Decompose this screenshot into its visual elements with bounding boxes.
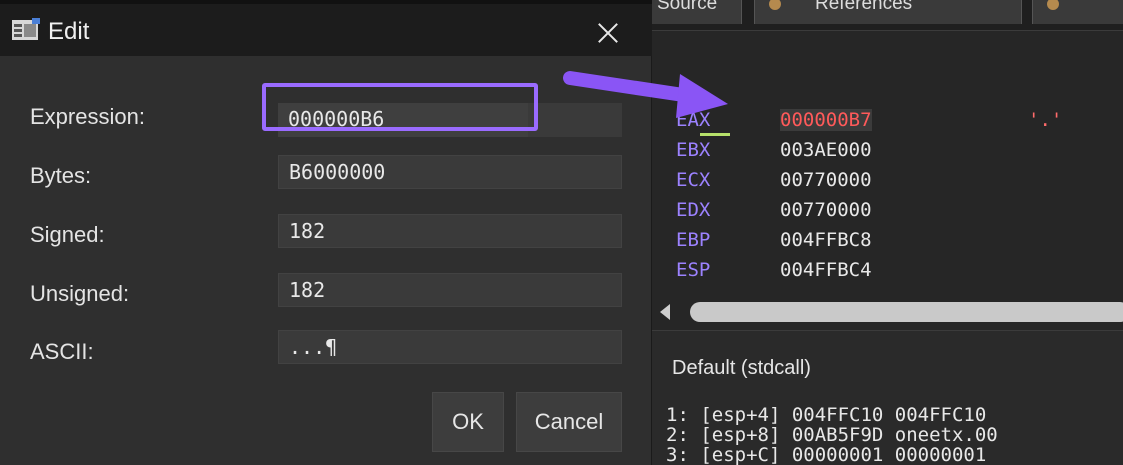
dialog-titlebar[interactable]: Edit (0, 0, 652, 56)
register-value[interactable]: 00770000 (780, 169, 872, 191)
ascii-field[interactable]: ...¶ (278, 330, 622, 364)
tab-icon (1047, 0, 1059, 10)
register-value[interactable]: 00770000 (780, 199, 872, 221)
bytes-field[interactable]: B6000000 (278, 155, 622, 189)
close-icon[interactable] (580, 12, 636, 52)
horizontal-scrollbar[interactable] (652, 297, 1123, 327)
call-convention-label[interactable]: Default (stdcall) (672, 357, 811, 380)
annotation-arrow-icon (563, 71, 728, 118)
signed-label: Signed: (30, 222, 105, 247)
register-underline (700, 133, 730, 136)
scroll-left-icon[interactable] (660, 304, 670, 320)
stack-row[interactable]: 2: [esp+8] 00AB5F9D oneetx.00 (666, 425, 998, 445)
scroll-thumb[interactable] (690, 302, 1123, 322)
cancel-button[interactable]: Cancel (516, 392, 622, 452)
tab-bar: Source References (652, 0, 1123, 30)
unsigned-label: Unsigned: (30, 281, 130, 306)
tab-references[interactable]: References (754, 0, 1022, 24)
register-row-esp[interactable]: ESP 004FFBC4 (676, 259, 872, 281)
register-value[interactable]: 004FFBC8 (780, 229, 872, 251)
expression-label: Expression: (30, 104, 145, 129)
stack-row[interactable]: 3: [esp+C] 00000001 00000001 (666, 445, 986, 465)
bytes-label: Bytes: (30, 163, 92, 188)
unsigned-field[interactable]: 182 (278, 273, 622, 307)
tab-next[interactable] (1032, 0, 1123, 24)
call-stack-panel: Default (stdcall) 1: [esp+4] 004FFC10 00… (652, 330, 1123, 465)
register-row-ebp[interactable]: EBP 004FFBC8 (676, 229, 872, 251)
edit-window-icon (12, 18, 40, 40)
tab-references-label: References (815, 0, 913, 14)
register-value[interactable]: 004FFBC4 (780, 259, 872, 281)
register-value[interactable]: 000000B7 (780, 109, 872, 131)
ok-button[interactable]: OK (432, 392, 504, 452)
register-name: EDX (676, 199, 711, 221)
register-name: EBP (676, 229, 711, 251)
register-name: ECX (676, 169, 711, 191)
references-icon (769, 0, 781, 10)
register-ascii: '.' (1028, 109, 1063, 131)
tab-source-label: Source (657, 0, 718, 14)
register-row-ecx[interactable]: ECX 00770000 (676, 169, 872, 191)
register-value[interactable]: 003AE000 (780, 139, 872, 161)
register-row-ebx[interactable]: EBX 003AE000 (676, 139, 872, 161)
signed-field[interactable]: 182 (278, 214, 622, 248)
register-name: EBX (676, 139, 711, 161)
ascii-label: ASCII: (30, 339, 94, 364)
register-name: ESP (676, 259, 711, 281)
dialog-title: Edit (48, 18, 90, 45)
stack-row[interactable]: 1: [esp+4] 004FFC10 004FFC10 (666, 405, 986, 425)
highlight-box (262, 83, 538, 131)
tab-source[interactable]: Source (652, 0, 742, 24)
register-row-edx[interactable]: EDX 00770000 (676, 199, 872, 221)
